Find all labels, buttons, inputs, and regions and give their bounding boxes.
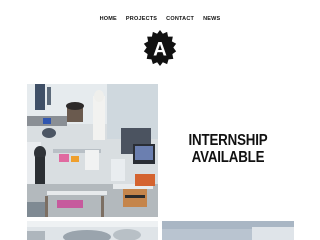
- studio-photo-illustration: [27, 84, 158, 217]
- studio-photo[interactable]: [27, 84, 158, 217]
- site-logo[interactable]: A: [141, 29, 179, 67]
- main-nav: HOME PROJECTS CONTACT NEWS: [0, 15, 320, 23]
- secondary-photo-left-illustration: [27, 221, 158, 240]
- logo-letter: A: [153, 40, 167, 61]
- nav-projects-link[interactable]: PROJECTS: [126, 15, 157, 23]
- nav-home-link[interactable]: HOME: [100, 15, 117, 23]
- headline-line-2: AVAILABLE: [191, 149, 265, 166]
- secondary-photo-right[interactable]: [162, 221, 294, 240]
- nav-contact-link[interactable]: CONTACT: [166, 15, 194, 23]
- headline-line-1: INTERNSHIP: [188, 132, 268, 149]
- nav-news-link[interactable]: NEWS: [203, 15, 220, 23]
- secondary-photo-right-illustration: [162, 221, 294, 240]
- secondary-photo-left[interactable]: [27, 221, 158, 240]
- internship-headline[interactable]: INTERNSHIP AVAILABLE: [176, 132, 279, 166]
